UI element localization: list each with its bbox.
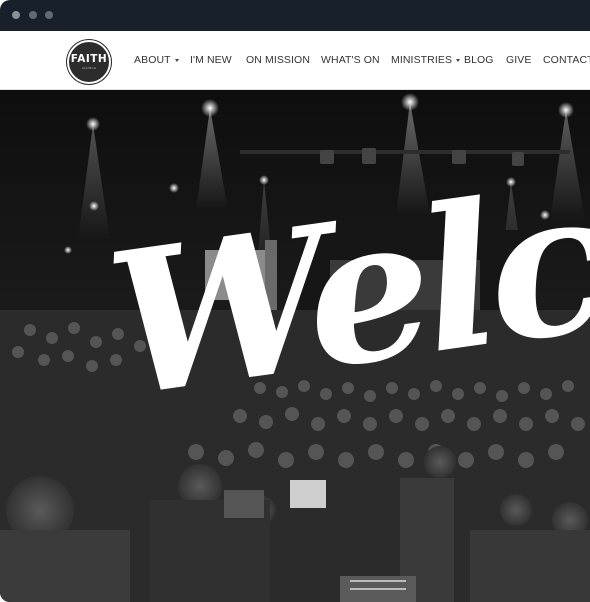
nav-contact[interactable]: CONTACT [543,31,590,89]
nav-blog[interactable]: BLOG [464,31,494,89]
site-header: FAITH CHURCH ABOUT I'M NEW ON MISSION WH… [0,31,590,90]
nav-ministries[interactable]: MINISTRIES [391,31,461,89]
nav-give-label: GIVE [506,54,532,66]
caret-down-icon [456,58,461,62]
nav-give[interactable]: GIVE [506,31,532,89]
caret-down-icon [174,58,179,62]
logo-subtext: CHURCH [81,66,97,70]
nav-blog-label: BLOG [464,54,494,66]
nav-on-mission[interactable]: ON MISSION [246,31,310,89]
window-minimize-dot[interactable] [29,11,37,19]
hero-banner: Welcome [0,90,590,602]
nav-im-new-label: I'M NEW [190,54,232,66]
hero-photo: Welcome [0,90,590,602]
browser-window: FAITH CHURCH ABOUT I'M NEW ON MISSION WH… [0,0,590,602]
nav-about-label: ABOUT [134,54,171,66]
site-logo[interactable]: FAITH CHURCH [67,40,111,84]
nav-about[interactable]: ABOUT [134,31,179,89]
window-maximize-dot[interactable] [45,11,53,19]
nav-whats-on-label: WHAT'S ON [321,54,380,66]
browser-chrome-bar [0,0,590,31]
nav-contact-label: CONTACT [543,54,590,66]
window-close-dot[interactable] [12,11,20,19]
nav-whats-on[interactable]: WHAT'S ON [321,31,380,89]
logo-text: FAITH [70,53,108,65]
nav-im-new[interactable]: I'M NEW [190,31,232,89]
nav-ministries-label: MINISTRIES [391,54,453,66]
nav-on-mission-label: ON MISSION [246,54,311,66]
